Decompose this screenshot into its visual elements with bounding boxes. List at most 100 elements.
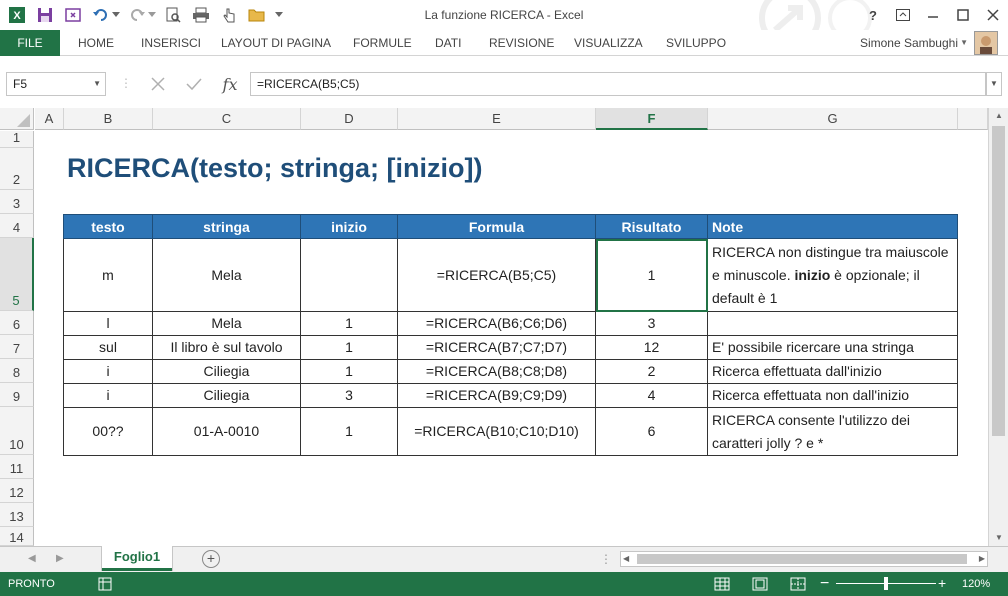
cell-note[interactable]: E' possibile ricercare una stringa bbox=[707, 335, 958, 360]
insert-function-icon[interactable]: fx bbox=[212, 72, 248, 96]
cell-stringa[interactable]: Ciliegia bbox=[152, 383, 301, 408]
cell-testo[interactable]: i bbox=[63, 383, 153, 408]
scroll-left-icon[interactable]: ◀ bbox=[623, 552, 629, 566]
select-all-corner[interactable] bbox=[0, 108, 34, 130]
maximize-icon[interactable] bbox=[948, 3, 978, 27]
header-inizio[interactable]: inizio bbox=[300, 214, 398, 239]
column-header-e[interactable]: E bbox=[398, 108, 596, 130]
zoom-level[interactable]: 120% bbox=[962, 572, 990, 596]
cell-note[interactable]: RICERCA non distingue tra maiuscole e mi… bbox=[707, 238, 958, 312]
column-header-h[interactable] bbox=[958, 108, 988, 130]
touch-icon[interactable] bbox=[218, 4, 240, 26]
column-header-c[interactable]: C bbox=[153, 108, 301, 130]
scroll-right-icon[interactable]: ▶ bbox=[979, 552, 985, 566]
cell-inizio[interactable]: 3 bbox=[300, 383, 398, 408]
row-header-9[interactable]: 9 bbox=[0, 383, 34, 407]
cell-testo[interactable]: sul bbox=[63, 335, 153, 360]
row-header-3[interactable]: 3 bbox=[0, 190, 34, 214]
cell-formula[interactable]: =RICERCA(B7;C7;D7) bbox=[397, 335, 596, 360]
cell-formula[interactable]: =RICERCA(B6;C6;D6) bbox=[397, 311, 596, 336]
ribbon-display-options-icon[interactable] bbox=[888, 3, 918, 27]
cell-note[interactable] bbox=[707, 311, 958, 336]
minimize-icon[interactable] bbox=[918, 3, 948, 27]
cell-inizio[interactable]: 1 bbox=[300, 359, 398, 384]
column-header-a[interactable]: A bbox=[35, 108, 64, 130]
tab-sviluppo[interactable]: SVILUPPO bbox=[666, 30, 726, 56]
chevron-down-icon[interactable]: ▼ bbox=[960, 30, 968, 56]
cell-inizio[interactable]: 1 bbox=[300, 407, 398, 456]
excel-logo-icon[interactable]: X bbox=[6, 4, 28, 26]
row-header-13[interactable]: 13 bbox=[0, 503, 34, 527]
horizontal-scroll-thumb[interactable] bbox=[637, 554, 967, 564]
row-header-2[interactable]: 2 bbox=[0, 148, 34, 190]
cell-inizio[interactable]: 1 bbox=[300, 335, 398, 360]
zoom-in-icon[interactable]: + bbox=[938, 572, 946, 595]
header-formula[interactable]: Formula bbox=[397, 214, 596, 239]
cell-note[interactable]: Ricerca effettuata non dall'inizio bbox=[707, 383, 958, 408]
touch-mode-icon[interactable] bbox=[62, 4, 84, 26]
next-sheet-icon[interactable]: ▶ bbox=[56, 547, 64, 571]
row-header-6[interactable]: 6 bbox=[0, 311, 34, 335]
undo-icon[interactable] bbox=[90, 4, 112, 26]
row-header-10[interactable]: 10 bbox=[0, 407, 34, 455]
cell-formula[interactable]: =RICERCA(B10;C10;D10) bbox=[397, 407, 596, 456]
tab-layout-di-pagina[interactable]: LAYOUT DI PAGINA bbox=[221, 30, 331, 56]
column-header-d[interactable]: D bbox=[301, 108, 398, 130]
cell-testo[interactable]: m bbox=[63, 238, 153, 312]
cell-note[interactable]: Ricerca effettuata dall'inizio bbox=[707, 359, 958, 384]
save-icon[interactable] bbox=[34, 4, 56, 26]
cell-formula[interactable]: =RICERCA(B9;C9;D9) bbox=[397, 383, 596, 408]
zoom-out-icon[interactable]: − bbox=[820, 572, 829, 595]
cell-testo[interactable]: 00?? bbox=[63, 407, 153, 456]
row-header-14[interactable]: 14 bbox=[0, 527, 34, 546]
zoom-slider-thumb[interactable] bbox=[884, 577, 888, 590]
cell-stringa[interactable]: Mela bbox=[152, 311, 301, 336]
tab-revisione[interactable]: REVISIONE bbox=[489, 30, 554, 56]
cell-stringa[interactable]: Il libro è sul tavolo bbox=[152, 335, 301, 360]
column-header-g[interactable]: G bbox=[708, 108, 958, 130]
scroll-up-icon[interactable]: ▲ bbox=[989, 108, 1008, 124]
column-header-b[interactable]: B bbox=[64, 108, 153, 130]
row-header-11[interactable]: 11 bbox=[0, 455, 34, 479]
close-icon[interactable] bbox=[978, 3, 1008, 27]
enter-check-icon[interactable] bbox=[176, 72, 212, 96]
tab-inserisci[interactable]: INSERISCI bbox=[141, 30, 201, 56]
page-layout-view-icon[interactable] bbox=[752, 576, 768, 592]
print-icon[interactable] bbox=[190, 4, 212, 26]
header-note[interactable]: Note bbox=[707, 214, 958, 239]
page-break-view-icon[interactable] bbox=[790, 576, 806, 592]
worksheet-cells[interactable]: RICERCA(testo; stringa; [inizio]) testo … bbox=[35, 131, 988, 547]
cell-formula[interactable]: =RICERCA(B5;C5) bbox=[397, 238, 596, 312]
row-header-4[interactable]: 4 bbox=[0, 214, 34, 238]
cell-risultato[interactable]: 12 bbox=[595, 335, 708, 360]
row-header-1[interactable]: 1 bbox=[0, 130, 34, 148]
cell-stringa[interactable]: Ciliegia bbox=[152, 359, 301, 384]
cell-risultato-selected[interactable]: 1 bbox=[595, 238, 708, 312]
cell-testo[interactable]: l bbox=[63, 311, 153, 336]
normal-view-icon[interactable] bbox=[714, 576, 730, 592]
print-preview-icon[interactable] bbox=[162, 4, 184, 26]
row-header-8[interactable]: 8 bbox=[0, 359, 34, 383]
cell-risultato[interactable]: 4 bbox=[595, 383, 708, 408]
sheet-tab-foglio1[interactable]: Foglio1 bbox=[102, 546, 172, 571]
row-header-12[interactable]: 12 bbox=[0, 479, 34, 503]
prev-sheet-icon[interactable]: ◀ bbox=[28, 547, 36, 571]
add-sheet-button[interactable]: + bbox=[202, 550, 220, 568]
tab-formule[interactable]: FORMULE bbox=[353, 30, 412, 56]
chevron-down-icon[interactable]: ▼ bbox=[93, 73, 101, 95]
cell-risultato[interactable]: 3 bbox=[595, 311, 708, 336]
expand-formula-bar-icon[interactable]: ▼ bbox=[986, 72, 1002, 96]
column-header-f[interactable]: F bbox=[596, 108, 708, 130]
cell-inizio[interactable]: 1 bbox=[300, 311, 398, 336]
header-testo[interactable]: testo bbox=[63, 214, 153, 239]
cell-stringa[interactable]: 01-A-0010 bbox=[152, 407, 301, 456]
help-button[interactable]: ? bbox=[858, 3, 888, 27]
macro-record-icon[interactable] bbox=[98, 577, 112, 591]
header-stringa[interactable]: stringa bbox=[152, 214, 301, 239]
cancel-icon[interactable] bbox=[140, 72, 176, 96]
avatar[interactable] bbox=[974, 31, 998, 55]
cell-stringa[interactable]: Mela bbox=[152, 238, 301, 312]
tab-dati[interactable]: DATI bbox=[435, 30, 461, 56]
vertical-scrollbar[interactable]: ▲ ▼ bbox=[988, 108, 1008, 546]
tab-visualizza[interactable]: VISUALIZZA bbox=[574, 30, 643, 56]
